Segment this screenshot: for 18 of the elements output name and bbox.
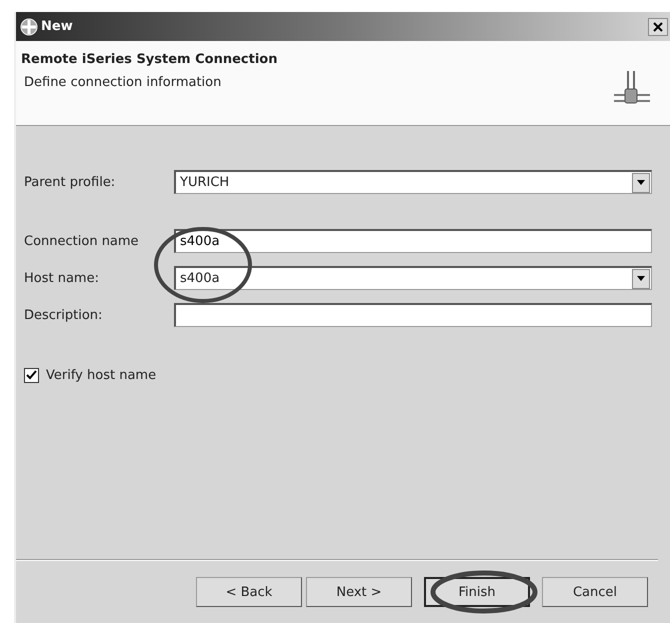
page-description: Define connection information (23, 75, 222, 90)
dialog-button[interactable]: < Back (196, 577, 302, 607)
checkbox-label: Verify host name (46, 368, 156, 383)
field-label: Parent profile: (24, 174, 116, 190)
field-label: Connection name (24, 234, 140, 248)
field-label: Description: (24, 308, 104, 322)
input-field[interactable]: s400a (174, 229, 652, 253)
dialog-button[interactable]: Next > (306, 577, 412, 607)
window-title: New (41, 19, 73, 34)
page-title: Remote iSeries System Connection (21, 52, 278, 67)
combo-box[interactable]: YURICH (174, 170, 652, 194)
input-field[interactable] (174, 303, 652, 327)
combo-box[interactable]: s400a (174, 266, 652, 290)
checkbox[interactable] (24, 368, 39, 383)
dialog-button[interactable]: Cancel (542, 577, 648, 607)
field-label: Host name: (24, 270, 100, 286)
crosshair-icon (20, 18, 38, 36)
close-icon[interactable] (648, 18, 668, 36)
